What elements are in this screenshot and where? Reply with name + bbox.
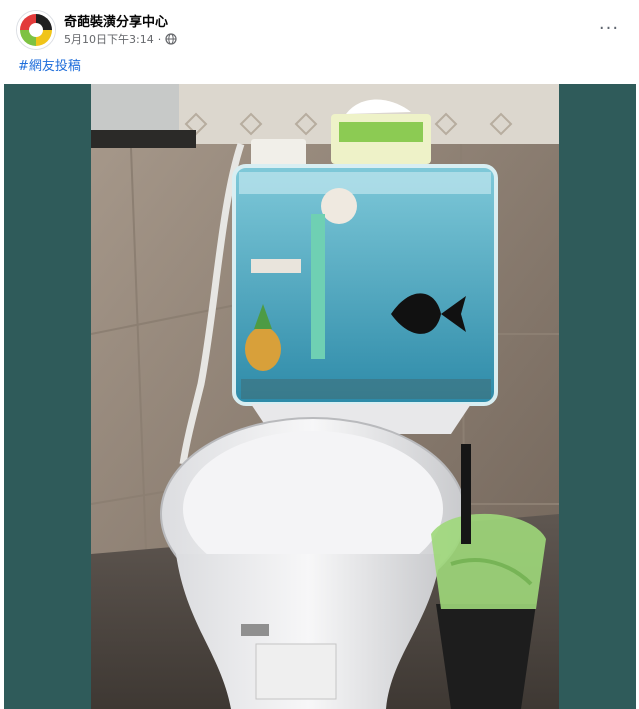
post-photo[interactable]	[91, 84, 559, 709]
post-hashtag[interactable]: #網友投稿	[18, 55, 81, 74]
photo-container[interactable]	[4, 84, 636, 709]
more-options-icon[interactable]: ···	[595, 14, 623, 42]
meta-separator: ·	[157, 32, 162, 46]
facebook-post: 奇葩裝潢分享中心 5月10日下午3:14 · ··· #網友投稿	[0, 0, 639, 709]
toilet-fishtank-photo	[91, 84, 559, 709]
post-timestamp[interactable]: 5月10日下午3:14	[64, 31, 154, 47]
page-name[interactable]: 奇葩裝潢分享中心	[64, 11, 168, 30]
avatar-logo	[17, 11, 55, 49]
page-avatar[interactable]	[16, 10, 56, 50]
globe-icon[interactable]	[165, 33, 177, 45]
post-header: 奇葩裝潢分享中心 5月10日下午3:14 · ···	[16, 10, 623, 54]
post-meta: 5月10日下午3:14 ·	[64, 31, 177, 47]
